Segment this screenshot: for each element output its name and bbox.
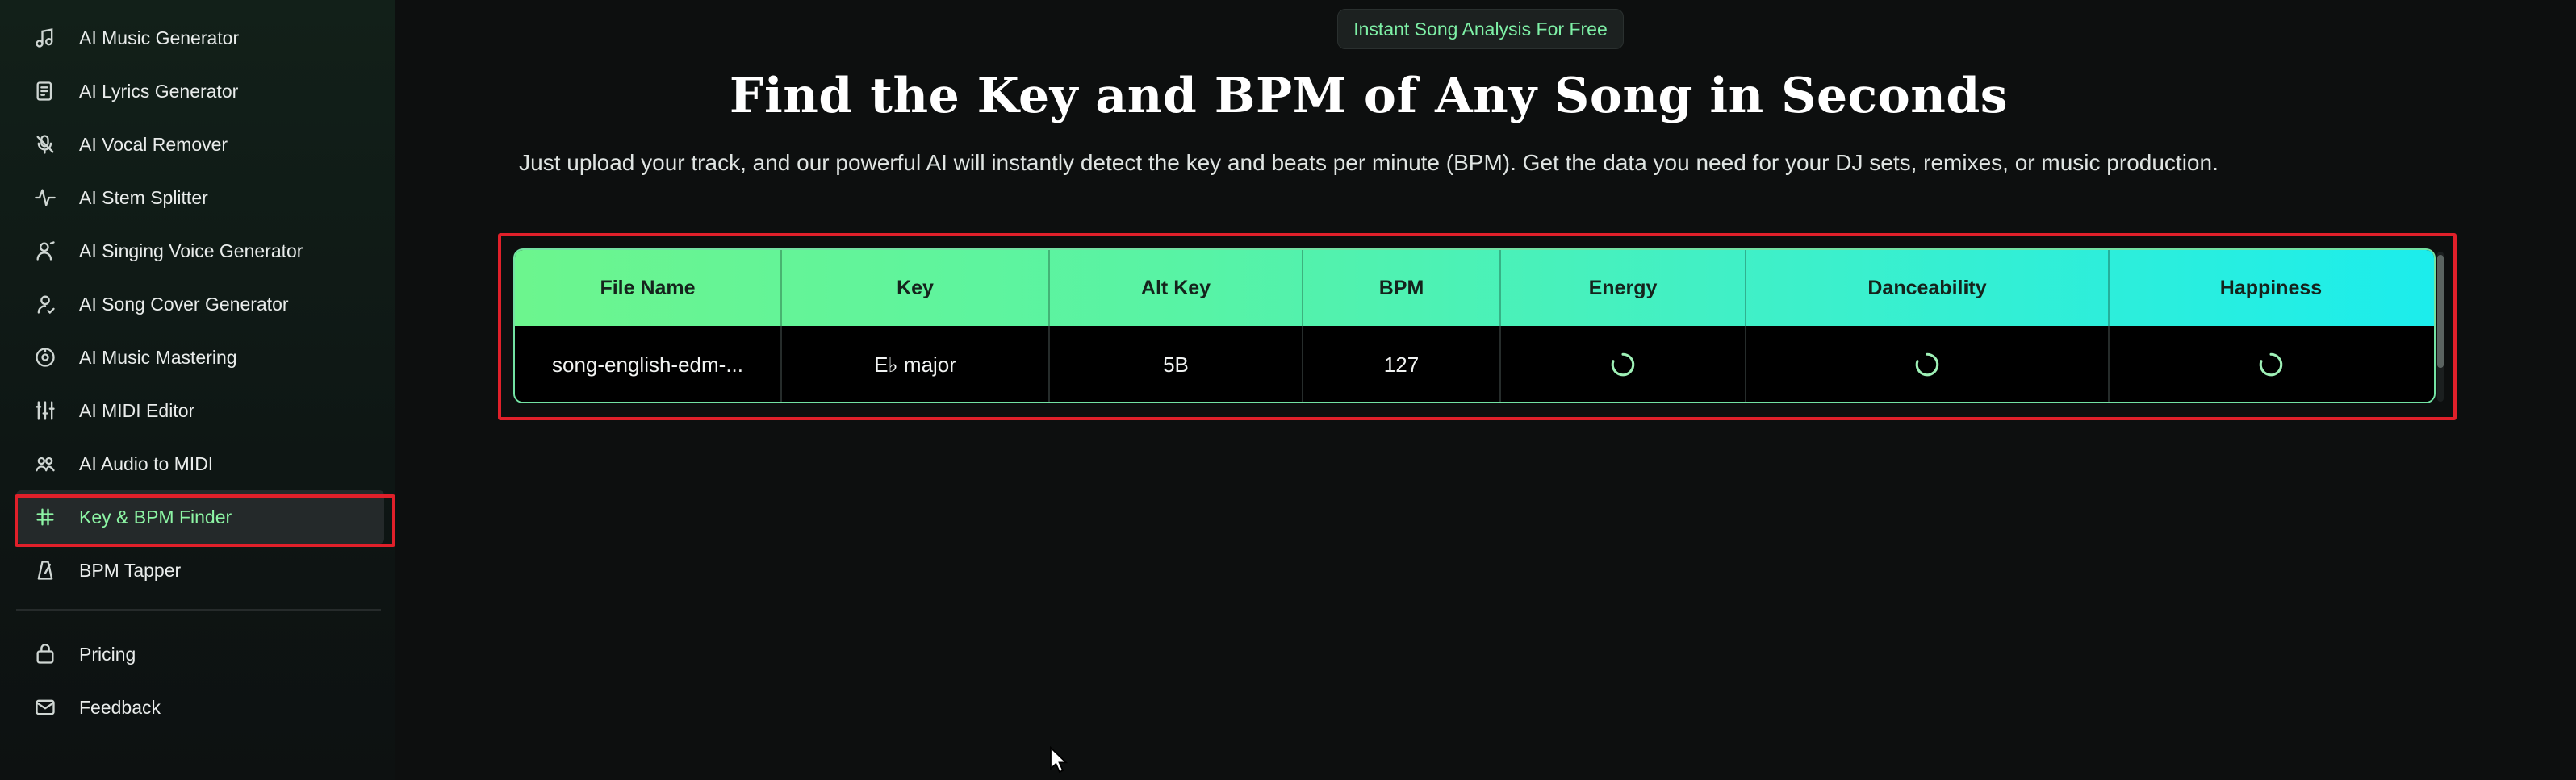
loading-spinner-icon xyxy=(1609,351,1637,378)
stem-splitter-icon xyxy=(34,186,56,209)
instant-analysis-badge: Instant Song Analysis For Free xyxy=(1337,9,1624,49)
page: AI Music Generator AI Lyrics Generator A… xyxy=(0,0,2576,780)
happiness-cell xyxy=(2110,326,2432,402)
audio-to-midi-icon xyxy=(34,453,56,475)
results-table: File Name Key Alt Key BPM Energy Danceab… xyxy=(513,248,2436,403)
sidebar-item-ai-stem-splitter[interactable]: AI Stem Splitter xyxy=(16,171,384,224)
sidebar-item-feedback[interactable]: Feedback xyxy=(16,681,384,734)
file-name-cell: song-english-edm-... xyxy=(515,326,782,402)
sidebar-item-ai-singing-voice-generator[interactable]: AI Singing Voice Generator xyxy=(16,224,384,277)
sidebar-item-ai-audio-to-midi[interactable]: AI Audio to MIDI xyxy=(16,437,384,490)
column-header-energy: Energy xyxy=(1501,250,1746,326)
sidebar-item-label: Key & BPM Finder xyxy=(79,506,232,528)
sidebar-item-bpm-tapper[interactable]: BPM Tapper xyxy=(16,544,384,597)
pricing-icon xyxy=(34,643,56,665)
table-row: song-english-edm-... E♭ major 5B 127 xyxy=(515,326,2434,402)
column-header-key: Key xyxy=(782,250,1050,326)
sidebar-item-label: BPM Tapper xyxy=(79,559,182,581)
column-header-happiness: Happiness xyxy=(2219,276,2323,299)
sidebar-item-key-bpm-finder[interactable]: Key & BPM Finder xyxy=(16,490,384,544)
column-header-danceability: Danceability xyxy=(1746,250,2110,326)
sidebar-item-label: AI Music Generator xyxy=(79,27,240,48)
sidebar-item-label: AI Music Mastering xyxy=(79,346,237,368)
sidebar-item-label: Pricing xyxy=(79,643,136,665)
column-header-file-name: File Name xyxy=(515,250,782,326)
sidebar-item-ai-song-cover-generator[interactable]: AI Song Cover Generator xyxy=(16,277,384,331)
alt-key-cell: 5B xyxy=(1050,326,1303,402)
sidebar-item-ai-music-generator[interactable]: AI Music Generator xyxy=(16,11,384,65)
sidebar-item-ai-music-mastering[interactable]: AI Music Mastering xyxy=(16,331,384,384)
sidebar-item-ai-midi-editor[interactable]: AI MIDI Editor xyxy=(16,384,384,437)
mastering-icon xyxy=(34,346,56,369)
song-cover-icon xyxy=(34,293,56,315)
sidebar-bottom-nav: Pricing Feedback xyxy=(16,628,395,734)
table-scrollbar[interactable] xyxy=(2437,252,2444,402)
metronome-icon xyxy=(34,559,56,582)
loading-spinner-icon xyxy=(2257,351,2285,378)
feedback-icon xyxy=(34,696,56,719)
singing-voice-icon xyxy=(34,240,56,262)
loading-spinner-icon xyxy=(1913,351,1941,378)
table-header-row: File Name Key Alt Key BPM Energy Danceab… xyxy=(515,250,2434,326)
key-cell: E♭ major xyxy=(782,326,1050,402)
table-scrollbar-thumb[interactable] xyxy=(2437,255,2444,368)
column-header-alt-key: Alt Key xyxy=(1050,250,1303,326)
sidebar-item-label: AI MIDI Editor xyxy=(79,399,195,421)
key-bpm-icon xyxy=(34,506,56,528)
danceability-cell xyxy=(1746,326,2110,402)
sidebar-item-label: AI Stem Splitter xyxy=(79,186,208,208)
sliders-icon xyxy=(34,399,56,422)
column-header-bpm: BPM xyxy=(1303,250,1501,326)
sidebar-item-label: Feedback xyxy=(79,696,161,718)
energy-cell xyxy=(1501,326,1746,402)
sidebar-item-label: AI Audio to MIDI xyxy=(79,453,214,474)
page-title: Find the Key and BPM of Any Song in Seco… xyxy=(729,68,2009,124)
sidebar-item-pricing[interactable]: Pricing xyxy=(16,628,384,681)
sidebar-item-label: AI Singing Voice Generator xyxy=(79,240,303,261)
bpm-cell: 127 xyxy=(1303,326,1501,402)
sidebar-divider xyxy=(16,609,381,611)
sidebar-item-label: AI Song Cover Generator xyxy=(79,293,289,315)
page-subtitle: Just upload your track, and our powerful… xyxy=(519,150,2218,175)
music-note-icon xyxy=(34,27,56,49)
mouse-cursor-icon xyxy=(1050,746,1068,774)
